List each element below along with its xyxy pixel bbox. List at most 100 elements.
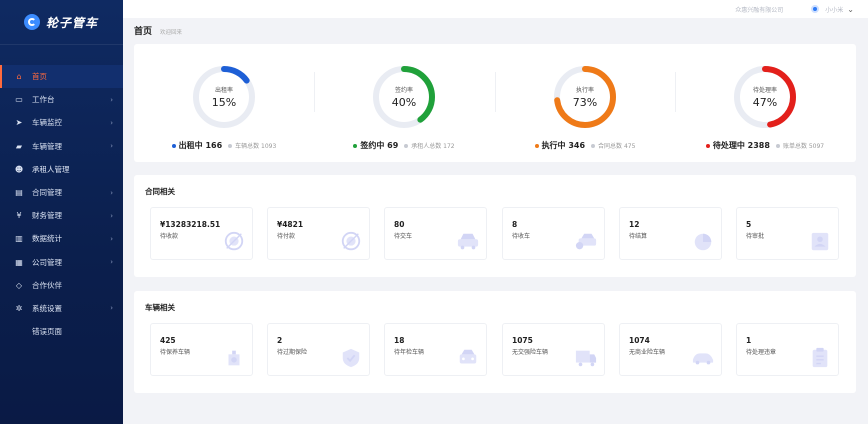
section-title-vehicle: 车辆相关 [145, 303, 175, 312]
sidebar-item-1[interactable]: ▭ 工作台 › [0, 88, 123, 111]
username[interactable]: 小小米 [825, 5, 843, 14]
card-value: 1074 [629, 336, 650, 345]
status-dot [228, 143, 233, 148]
vehicle-card-3[interactable]: 1075 无交强险车辆 [502, 323, 605, 376]
progress-ring: 执行率 73% [552, 64, 618, 130]
sidebar-item-label: 首页 [32, 72, 47, 82]
sidebar-item-10[interactable]: ✲ 系统设置 › [0, 297, 123, 320]
sidebar: 轮子管车 ⌂ 首页 ▭ 工作台 › ➤ 车辆监控 › ▰ 车辆管理 › ☻ 承租人管理 ▤ 合同管理 › ¥ 财务… [0, 0, 123, 424]
gears-icon: ✲ [15, 303, 23, 313]
progress-ring: 出租率 15% [191, 64, 257, 130]
stat-main: 待处理中 2388 [712, 141, 770, 150]
sidebar-item-label: 错误页面 [32, 327, 62, 337]
status-dot [171, 143, 176, 148]
contract-card-1[interactable]: ¥4821 待付款 [267, 207, 370, 260]
stat-legend: 签约中 69 承租人总数 172 [314, 140, 494, 151]
contract-card-2[interactable]: 80 待交车 [384, 207, 487, 260]
vehicle-panel: 车辆相关 425 待保养车辆 2 待过期保险 18 待年检车辆 1075 无交强险车辆 1074… [134, 291, 856, 393]
logo-icon [24, 14, 40, 30]
contract-card-4[interactable]: 12 待结算 [619, 207, 722, 260]
sidebar-item-label: 承租人管理 [32, 164, 70, 174]
vehicle-card-1[interactable]: 2 待过期保险 [267, 323, 370, 376]
sidebar-item-label: 车辆管理 [32, 141, 62, 151]
sidebar-item-7[interactable]: ▥ 数据统计 › [0, 227, 123, 250]
card-label: 待审批 [746, 233, 765, 240]
stat-divider [314, 72, 315, 112]
ring-text: 执行率 73% [552, 64, 618, 130]
yen-icon: ¥ [16, 211, 22, 221]
oil-can-icon [222, 347, 246, 369]
card-value: 1075 [512, 336, 533, 345]
sidebar-item-2[interactable]: ➤ 车辆监控 › [0, 111, 123, 134]
card-label: 待交车 [394, 233, 413, 240]
stat-sub: 车辆总数 1093 [235, 143, 277, 150]
sidebar-item-4[interactable]: ☻ 承租人管理 [0, 158, 123, 181]
clipboard-icon [808, 347, 832, 369]
sidebar-item-8[interactable]: ▦ 公司管理 › [0, 251, 123, 274]
sidebar-item-0[interactable]: ⌂ 首页 [0, 65, 123, 89]
users-icon: ☻ [14, 164, 24, 174]
card-label: 待保养车辆 [160, 349, 191, 356]
card-value: 80 [394, 220, 405, 229]
ring-percent: 40% [391, 96, 417, 109]
status-dot [705, 143, 710, 148]
vehicle-card-4[interactable]: 1074 无商业险车辆 [619, 323, 722, 376]
sedan-icon [691, 347, 715, 369]
sidebar-item-label: 合同管理 [32, 188, 62, 198]
stat-main: 签约中 69 [360, 141, 399, 150]
contract-card-0[interactable]: ¥13283218.51 待收款 [150, 207, 253, 260]
ring-text: 签约率 40% [371, 64, 437, 130]
avatar[interactable] [811, 5, 820, 13]
card-label: 无交强险车辆 [512, 349, 549, 356]
ring-text: 出租率 15% [191, 64, 257, 130]
stat-divider [495, 72, 496, 112]
ring-percent: 15% [211, 96, 237, 109]
monitor-icon: ▭ [15, 95, 23, 105]
welcome-text: 欢迎回来 [160, 30, 183, 36]
card-value: 2 [277, 336, 283, 345]
brand-logo[interactable]: 轮子管车 [0, 0, 123, 44]
send-icon: ➤ [15, 118, 23, 128]
ring-label: 签约率 [394, 87, 413, 94]
chevron-right-icon: › [110, 188, 113, 197]
contract-card-3[interactable]: 8 待收车 [502, 207, 605, 260]
car-icon [456, 231, 480, 253]
pie-icon [691, 231, 715, 253]
sidebar-item-label: 数据统计 [32, 234, 62, 244]
ring-percent: 73% [572, 96, 598, 109]
chevron-right-icon: › [110, 142, 113, 151]
sidebar-item-3[interactable]: ▰ 车辆管理 › [0, 135, 123, 158]
brand-name: 轮子管车 [46, 15, 99, 30]
chevron-down-icon[interactable]: ⌄ [847, 5, 854, 14]
status-dot [353, 143, 358, 148]
card-value: ¥4821 [277, 220, 304, 229]
sidebar-item-6[interactable]: ¥ 财务管理 › [0, 204, 123, 227]
stat-legend: 待处理中 2388 账单总数 5097 [675, 140, 855, 151]
sidebar-item-label: 财务管理 [32, 211, 62, 221]
sidebar-item-label: 车辆监控 [32, 118, 62, 128]
chevron-right-icon: › [110, 211, 113, 220]
ring-text: 待处理率 47% [732, 64, 798, 130]
sidebar-item-label: 公司管理 [32, 257, 62, 267]
stats-panel: 出租率 15% 出租中 166 车辆总数 1093 签约率 40% 签约中 69 承租人总数 … [134, 44, 856, 162]
car-coin-icon [574, 231, 598, 253]
car-front-icon [456, 347, 480, 369]
sidebar-item-5[interactable]: ▤ 合同管理 › [0, 181, 123, 204]
sidebar-item-11[interactable]: 错误页面 [0, 320, 123, 343]
ring-label: 待处理率 [752, 87, 777, 94]
card-label: 待结算 [629, 233, 648, 240]
card-label: 待收款 [160, 233, 179, 240]
card-label: 待过期保险 [277, 349, 308, 356]
vehicle-card-2[interactable]: 18 待年检车辆 [384, 323, 487, 376]
stat-2: 执行率 73% 执行中 346 合同总数 475 [495, 44, 675, 162]
chevron-right-icon: › [110, 95, 113, 104]
sidebar-nav: ⌂ 首页 ▭ 工作台 › ➤ 车辆监控 › ▰ 车辆管理 › ☻ 承租人管理 ▤ 合同管理 › ¥ 财务管理 › ▥ 数… [0, 65, 123, 343]
vehicle-card-5[interactable]: 1 待处理违章 [736, 323, 839, 376]
vehicle-card-0[interactable]: 425 待保养车辆 [150, 323, 253, 376]
truck-icon [574, 347, 598, 369]
shield-icon [339, 347, 363, 369]
chevron-right-icon: › [110, 118, 113, 127]
card-value: 18 [394, 336, 405, 345]
sidebar-item-9[interactable]: ◇ 合作伙伴 [0, 274, 123, 297]
contract-card-5[interactable]: 5 待审批 [736, 207, 839, 260]
